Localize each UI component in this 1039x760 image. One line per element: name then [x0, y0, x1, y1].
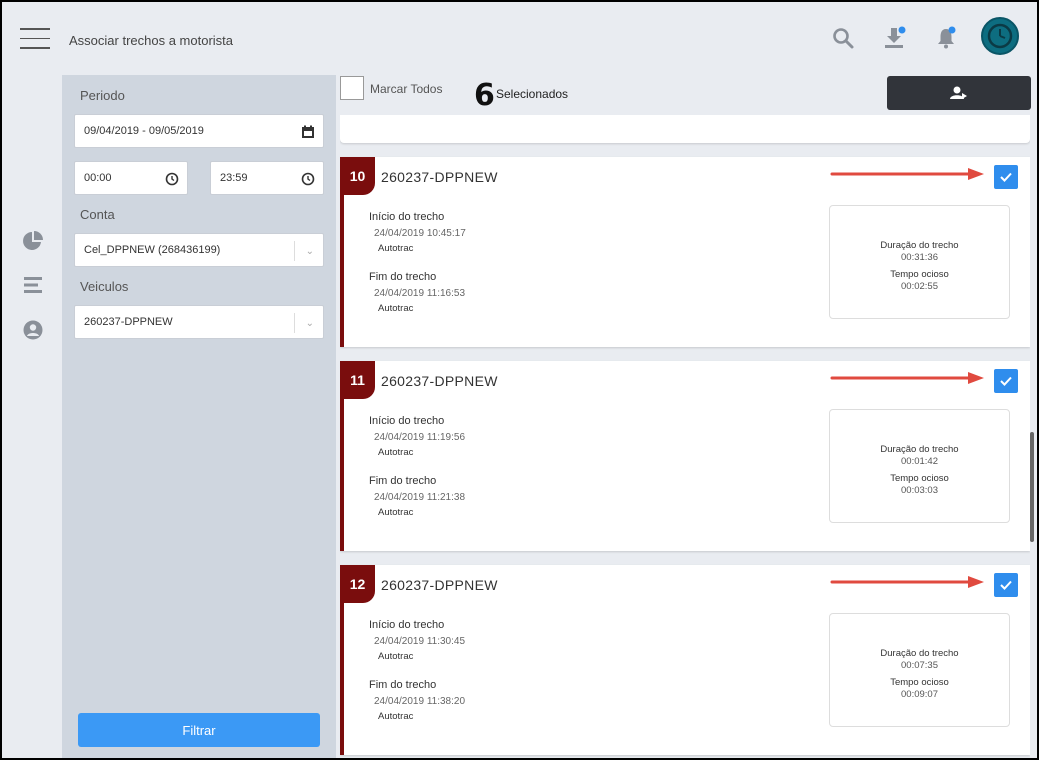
duration-value: 00:01:42	[901, 456, 938, 467]
duration-label: Duração do trecho	[880, 648, 959, 659]
page-title: Associar trechos a motorista	[69, 33, 234, 48]
card-checkbox[interactable]	[994, 369, 1018, 393]
idle-label: Tempo ocioso	[890, 473, 949, 484]
start-label: Início do trecho	[369, 415, 445, 427]
user-arrow-icon	[950, 86, 967, 99]
red-arrow-icon	[830, 576, 984, 588]
trip-summary-box: Duração do trecho 00:07:35 Tempo ocioso …	[829, 613, 1010, 727]
period-value: 09/04/2019 - 09/05/2019	[84, 125, 204, 137]
trip-summary-box: Duração do trecho 00:01:42 Tempo ocioso …	[829, 409, 1010, 523]
select-divider	[294, 241, 295, 261]
vehicles-label: Veiculos	[80, 279, 129, 294]
trip-card[interactable]: 10 260237-DPPNEW Início do trecho 24/04/…	[340, 157, 1030, 347]
start-datetime: 24/04/2019 11:30:45	[374, 636, 466, 647]
start-label: Início do trecho	[369, 619, 445, 631]
clock-icon	[301, 172, 315, 186]
menu-icon[interactable]	[20, 28, 50, 50]
end-label: Fim do trecho	[369, 475, 437, 487]
time-start-field[interactable]: 00:00	[74, 161, 188, 195]
end-datetime: 24/04/2019 11:16:53	[374, 288, 466, 299]
time-end-value: 23:59	[220, 172, 248, 184]
card-checkbox[interactable]	[994, 573, 1018, 597]
bell-icon[interactable]	[934, 26, 958, 50]
check-icon	[1000, 580, 1012, 590]
pie-chart-icon[interactable]	[22, 230, 44, 252]
check-icon	[1000, 376, 1012, 386]
card-index-badge: 10	[340, 157, 375, 195]
trip-list: 10 260237-DPPNEW Início do trecho 24/04/…	[340, 115, 1030, 758]
end-source: Autotrac	[378, 711, 414, 722]
user-circle-icon[interactable]	[22, 319, 44, 341]
start-source: Autotrac	[378, 447, 414, 458]
end-datetime: 24/04/2019 11:21:38	[374, 492, 466, 503]
duration-value: 00:31:36	[901, 252, 938, 263]
card-title: 260237-DPPNEW	[381, 577, 498, 593]
check-icon	[1000, 172, 1012, 182]
duration-label: Duração do trecho	[880, 240, 959, 251]
account-select[interactable]: Cel_DPPNEW (268436199) ⌄	[74, 233, 324, 267]
list-icon[interactable]	[22, 274, 44, 296]
end-source: Autotrac	[378, 507, 414, 518]
idle-label: Tempo ocioso	[890, 269, 949, 280]
selected-label: Selecionados	[496, 87, 569, 101]
start-source: Autotrac	[378, 243, 414, 254]
red-arrow-icon	[830, 372, 984, 384]
select-all-checkbox[interactable]	[340, 76, 364, 100]
period-field[interactable]: 09/04/2019 - 09/05/2019	[74, 114, 324, 148]
clock-icon	[165, 172, 179, 186]
card-index-badge: 11	[340, 361, 375, 399]
card-title: 260237-DPPNEW	[381, 373, 498, 389]
card-index-badge: 12	[340, 565, 375, 603]
start-source: Autotrac	[378, 651, 414, 662]
avatar[interactable]	[981, 17, 1019, 55]
start-datetime: 24/04/2019 10:45:17	[374, 228, 466, 239]
selected-count: 6	[474, 78, 495, 113]
account-value: Cel_DPPNEW (268436199)	[84, 244, 221, 256]
trip-card[interactable]: 12 260237-DPPNEW Início do trecho 24/04/…	[340, 565, 1030, 755]
idle-value: 00:09:07	[901, 689, 938, 700]
trip-card[interactable]: 11 260237-DPPNEW Início do trecho 24/04/…	[340, 361, 1030, 551]
chevron-down-icon: ⌄	[305, 318, 314, 329]
card-partial	[340, 115, 1030, 143]
time-end-field[interactable]: 23:59	[210, 161, 324, 195]
start-datetime: 24/04/2019 11:19:56	[374, 432, 466, 443]
select-divider	[294, 313, 295, 333]
clock-logo-icon	[987, 23, 1013, 49]
vehicles-value: 260237-DPPNEW	[84, 316, 173, 328]
time-start-value: 00:00	[84, 172, 112, 184]
period-label: Periodo	[80, 88, 125, 103]
end-datetime: 24/04/2019 11:38:20	[374, 696, 466, 707]
download-icon[interactable]	[882, 26, 906, 50]
scrollbar[interactable]	[1030, 432, 1034, 542]
end-label: Fim do trecho	[369, 679, 437, 691]
end-source: Autotrac	[378, 303, 414, 314]
chevron-down-icon: ⌄	[305, 246, 314, 257]
vehicles-select[interactable]: 260237-DPPNEW ⌄	[74, 305, 324, 339]
select-all-label: Marcar Todos	[370, 82, 443, 96]
card-title: 260237-DPPNEW	[381, 169, 498, 185]
duration-value: 00:07:35	[901, 660, 938, 671]
red-arrow-icon	[830, 168, 984, 180]
top-header: Associar trechos a motorista	[2, 2, 1037, 74]
idle-label: Tempo ocioso	[890, 677, 949, 688]
filter-panel: Periodo 09/04/2019 - 09/05/2019 00:00 23…	[62, 75, 336, 758]
search-icon[interactable]	[831, 26, 855, 50]
app-window: Associar trechos a motorista Periodo 09/…	[0, 0, 1039, 760]
duration-label: Duração do trecho	[880, 444, 959, 455]
end-label: Fim do trecho	[369, 271, 437, 283]
account-label: Conta	[80, 207, 115, 222]
start-label: Início do trecho	[369, 211, 445, 223]
trip-summary-box: Duração do trecho 00:31:36 Tempo ocioso …	[829, 205, 1010, 319]
calendar-icon	[302, 125, 314, 138]
filter-button[interactable]: Filtrar	[78, 713, 320, 747]
card-checkbox[interactable]	[994, 165, 1018, 189]
assign-driver-button[interactable]	[887, 76, 1031, 110]
idle-value: 00:03:03	[901, 485, 938, 496]
idle-value: 00:02:55	[901, 281, 938, 292]
